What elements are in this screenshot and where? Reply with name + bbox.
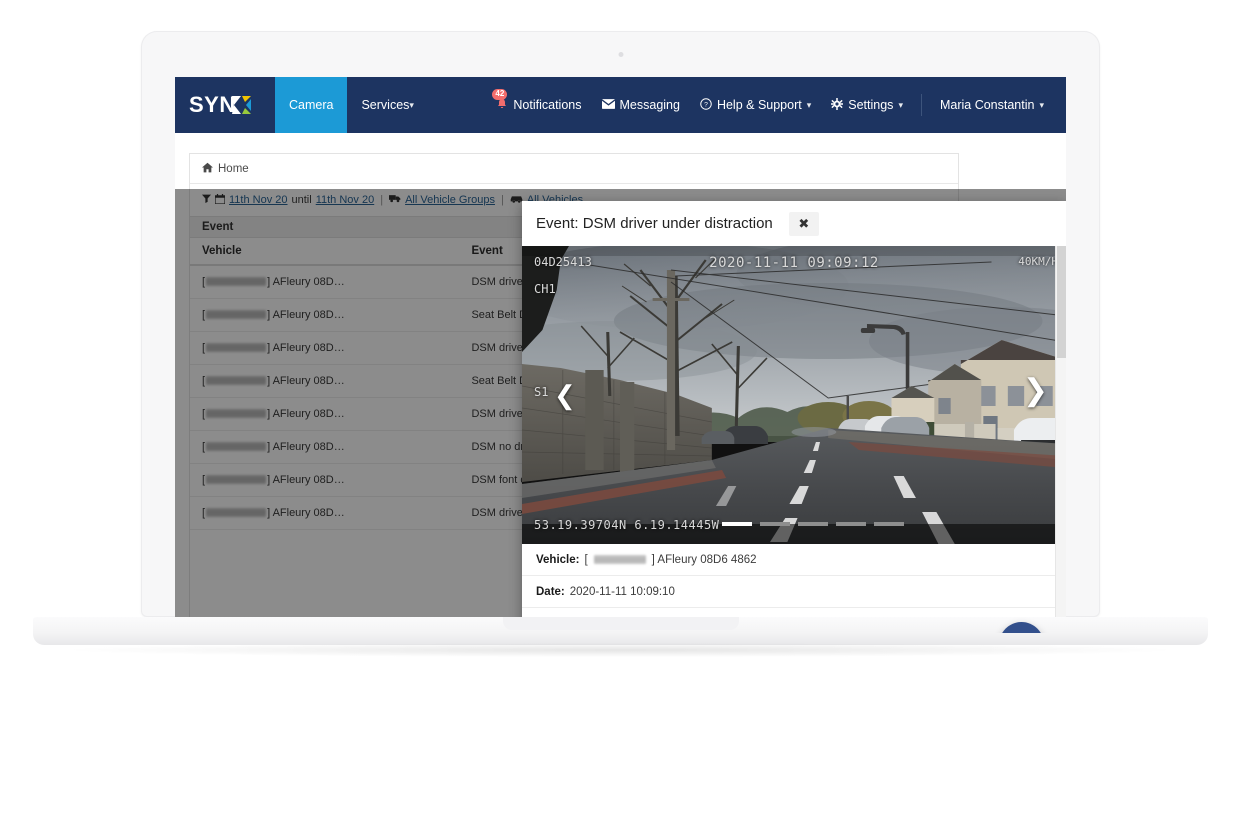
logo-text: SYN — [189, 92, 236, 117]
breadcrumb: Home — [190, 154, 958, 184]
tab-camera[interactable]: Camera — [275, 77, 348, 138]
seek-segment[interactable] — [760, 522, 790, 526]
video-stream-label: S1 — [534, 385, 549, 399]
seek-segment[interactable] — [874, 522, 904, 526]
laptop-base-notch — [502, 617, 739, 630]
notification-count-badge: 42 — [492, 89, 508, 100]
detail-label: Date: — [536, 585, 565, 598]
nav-notifications-label: Notifications — [513, 98, 582, 112]
event-detail-modal: Event: DSM driver under distraction ✖ 04… — [522, 201, 1066, 633]
detail-row: Date: 2020-11-11 10:09:10 — [522, 576, 1066, 608]
detail-value: 2020-11-11 10:09:10 — [569, 585, 675, 598]
brand-logo[interactable]: SYN — [175, 77, 275, 133]
redact-bracket-open: [ — [584, 553, 588, 566]
video-plate-overlay: 04D25413 — [534, 255, 592, 269]
laptop-screen: SYN Camera Services ▾ 42 Notifications M… — [175, 77, 1066, 633]
chevron-down-icon: ▾ — [898, 99, 903, 110]
breadcrumb-home-label[interactable]: Home — [218, 163, 249, 175]
detail-row: Vehicle: [ ] AFleury 08D6 4862 — [522, 544, 1066, 576]
nav-help-support-label: Help & Support — [716, 98, 802, 112]
application-viewport: SYN Camera Services ▾ 42 Notifications M… — [175, 77, 1066, 633]
seek-segment[interactable] — [722, 522, 752, 526]
svg-text:?: ? — [704, 101, 708, 108]
top-navigation-right: 42 Notifications Messaging ? Help & Supp… — [486, 77, 1066, 133]
tab-camera-label: Camera — [289, 98, 334, 112]
modal-header: Event: DSM driver under distraction ✖ — [522, 201, 1066, 246]
gear-icon — [831, 97, 844, 113]
nav-settings[interactable]: Settings ▾ — [821, 97, 913, 113]
video-datetime-overlay: 2020-11-11 09:09:12 — [709, 255, 879, 271]
chevron-down-icon: ▾ — [806, 99, 812, 110]
modal-scrollbar[interactable]: ▲ ▼ — [1055, 246, 1066, 633]
tab-services-label: Services — [361, 98, 410, 112]
laptop-shadow — [72, 643, 1169, 657]
laptop-mockup: SYN Camera Services ▾ 42 Notifications M… — [0, 0, 1241, 830]
nav-divider — [920, 94, 922, 116]
seek-segment[interactable] — [798, 522, 828, 526]
nav-settings-label: Settings — [848, 98, 894, 112]
chevron-right-icon[interactable]: ❯ — [1023, 376, 1048, 406]
user-menu[interactable]: Maria Constantin ▾ — [930, 98, 1054, 112]
chevron-down-icon: ▾ — [1039, 99, 1044, 110]
video-frame-image — [522, 246, 1066, 544]
envelope-icon — [601, 98, 615, 112]
home-icon — [202, 162, 213, 176]
scrollbar-thumb[interactable] — [1057, 246, 1066, 358]
chevron-down-icon: ▾ — [409, 99, 414, 110]
laptop-lid: SYN Camera Services ▾ 42 Notifications M… — [141, 31, 1100, 633]
nav-help-support[interactable]: ? Help & Support ▾ — [690, 97, 821, 113]
user-menu-label: Maria Constantin — [939, 98, 1035, 112]
nav-messaging[interactable]: Messaging — [592, 98, 690, 112]
video-speed-overlay: 40KM/H — [1018, 255, 1058, 268]
video-channel-overlay: CH1 — [534, 282, 556, 296]
video-gps-overlay: 53.19.39704N 6.19.14445W — [534, 518, 720, 532]
modal-title: Event: DSM driver under distraction — [536, 215, 773, 232]
modal-scroll-area: 04D25413 CH1 2020-11-11 09:09:12 40KM/H … — [522, 246, 1066, 633]
detail-label: Vehicle: — [536, 553, 580, 566]
seek-segment[interactable] — [836, 522, 866, 526]
event-video-player[interactable]: 04D25413 CH1 2020-11-11 09:09:12 40KM/H … — [522, 246, 1066, 544]
page-body: Home 11th Nov 20 until 11th Nov 20 | All… — [175, 133, 1066, 633]
close-icon[interactable]: ✖ — [788, 211, 819, 236]
video-seek-bar[interactable] — [722, 522, 904, 526]
nav-messaging-label: Messaging — [619, 98, 680, 112]
question-circle-icon: ? — [700, 97, 712, 113]
tab-services[interactable]: Services ▾ — [347, 77, 427, 133]
chevron-left-icon[interactable]: ❮ — [554, 382, 576, 408]
logo-x-icon — [231, 94, 252, 116]
redacted-bar — [593, 555, 646, 564]
nav-notifications[interactable]: 42 Notifications — [486, 89, 591, 113]
webcam-icon — [618, 52, 623, 57]
top-navigation-bar: SYN Camera Services ▾ 42 Notifications M… — [175, 77, 1066, 138]
detail-value: ] AFleury 08D6 4862 — [651, 553, 757, 566]
